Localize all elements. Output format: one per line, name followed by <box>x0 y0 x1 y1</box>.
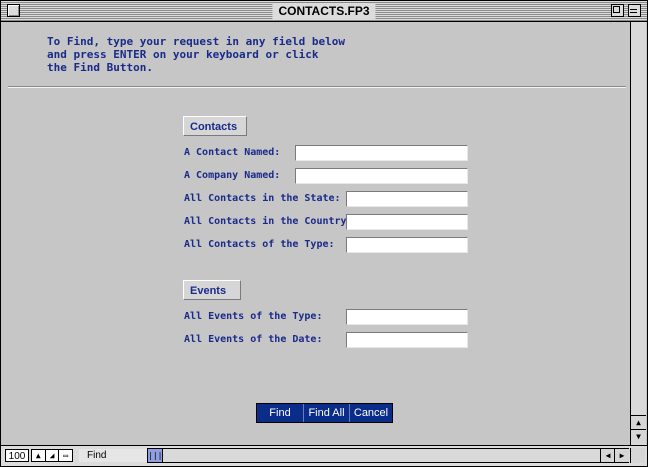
find-instructions: To Find, type your request in any field … <box>47 35 346 74</box>
contact-named-label: A Contact Named: <box>184 147 281 158</box>
status-bar: 100 ▲ ◢ ▭ Find ||| ◀ ▶ <box>1 445 647 466</box>
scroll-down-arrow-icon[interactable]: ▼ <box>631 429 646 443</box>
close-box-icon[interactable] <box>7 4 20 17</box>
find-button-group: Find Find All Cancel <box>256 403 393 423</box>
window: CONTACTS.FP3 To Find, type your request … <box>0 0 648 467</box>
horizontal-scrollbar[interactable]: ||| ◀ ▶ <box>147 448 629 463</box>
vertical-scrollbar[interactable]: ▲ ▼ <box>630 22 646 445</box>
events-type-label: All Events of the Type: <box>184 311 323 322</box>
scroll-left-arrow-icon[interactable]: ◀ <box>600 449 615 462</box>
contact-named-field[interactable] <box>295 145 468 161</box>
zoom-out-icon[interactable]: ▲ <box>32 450 46 461</box>
window-title: CONTACTS.FP3 <box>272 3 376 19</box>
contacts-country-label: All Contacts in the Country: <box>184 216 353 227</box>
contacts-type-label: All Contacts of the Type: <box>184 239 335 250</box>
find-all-button[interactable]: Find All <box>304 404 350 422</box>
zoom-in-icon[interactable]: ◢ <box>46 450 60 461</box>
mode-indicator[interactable]: Find <box>79 449 147 462</box>
title-bar[interactable]: CONTACTS.FP3 <box>1 1 647 22</box>
events-section-header: Events <box>183 280 241 300</box>
events-date-field[interactable] <box>346 332 468 348</box>
contacts-state-field[interactable] <box>346 191 468 207</box>
company-named-field[interactable] <box>295 168 468 184</box>
collapse-box-icon[interactable] <box>628 4 641 17</box>
status-area-icon[interactable]: ▭ <box>59 450 72 461</box>
view-mode-controls: ▲ ◢ ▭ <box>31 449 73 462</box>
find-button[interactable]: Find <box>257 404 304 422</box>
header-divider <box>8 86 626 88</box>
events-type-field[interactable] <box>346 309 468 325</box>
contacts-section-header: Contacts <box>183 116 247 136</box>
resize-grip-icon[interactable] <box>630 448 645 463</box>
contacts-type-field[interactable] <box>346 237 468 253</box>
events-date-label: All Events of the Date: <box>184 334 323 345</box>
scroll-up-arrow-icon[interactable]: ▲ <box>631 415 646 429</box>
scroll-right-arrow-icon[interactable]: ▶ <box>614 449 629 462</box>
zoom-level[interactable]: 100 <box>5 449 29 462</box>
cancel-button[interactable]: Cancel <box>350 404 392 422</box>
contacts-state-label: All Contacts in the State: <box>184 193 341 204</box>
scroll-thumb-icon[interactable]: ||| <box>148 449 163 462</box>
company-named-label: A Company Named: <box>184 170 281 181</box>
zoom-box-icon[interactable] <box>611 4 624 17</box>
find-layout: To Find, type your request in any field … <box>1 22 630 445</box>
contacts-country-field[interactable] <box>346 214 468 230</box>
